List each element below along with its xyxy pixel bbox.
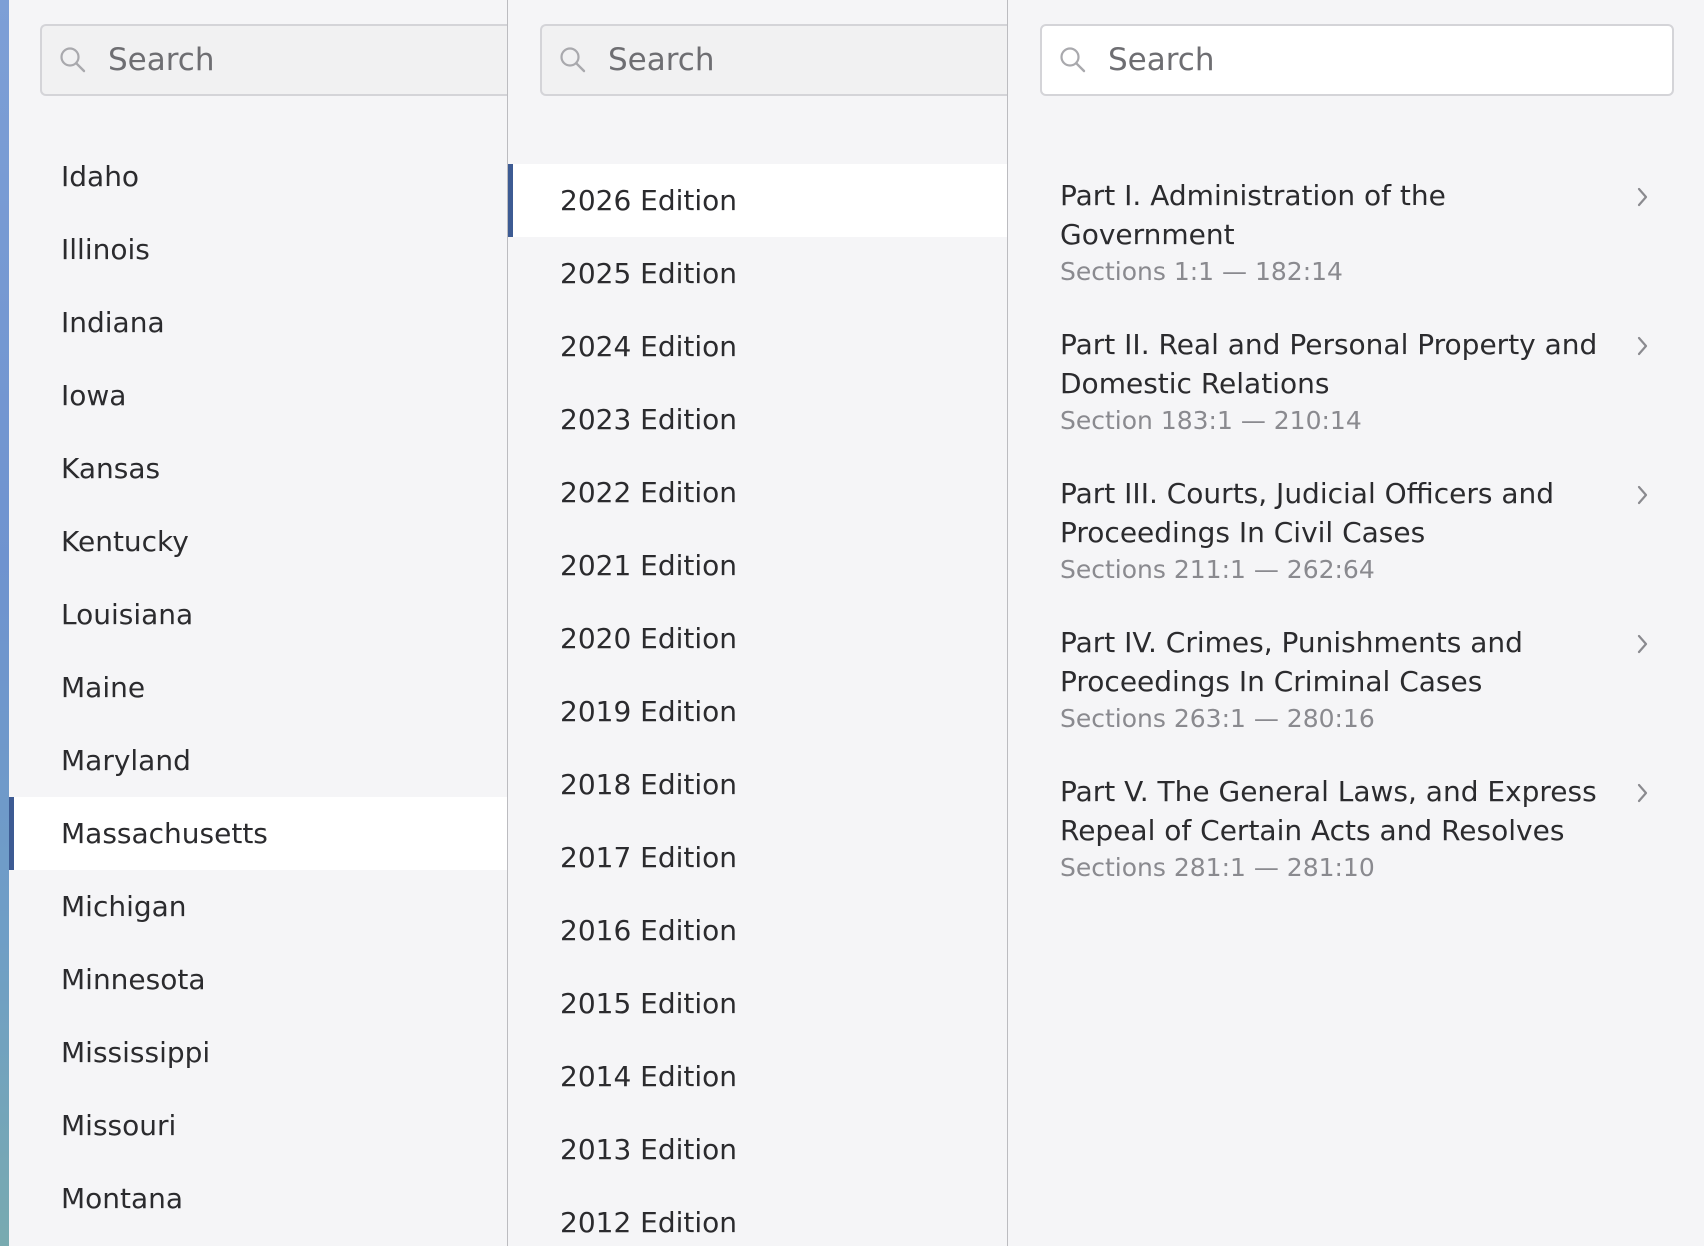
- edition-list-item-label: 2016 Edition: [560, 914, 738, 947]
- editions-column: 2026 Edition 2025 Edition 2024 Edition 2023…: [508, 0, 1008, 1246]
- edition-list-item-label: 2024 Edition: [560, 330, 738, 363]
- edition-list-item[interactable]: 2016 Edition: [508, 894, 1007, 967]
- part-list-item[interactable]: Part V. The General Laws, and Express Re…: [1060, 772, 1670, 886]
- part-title: Part I. Administration of the Government: [1060, 179, 1446, 251]
- parts-search-box[interactable]: [1040, 24, 1674, 96]
- chevron-right-icon: [1637, 634, 1648, 654]
- state-list-item-label: Missouri: [61, 1109, 177, 1142]
- chevron-right-icon: [1637, 336, 1648, 356]
- state-list-item[interactable]: Missouri: [9, 1089, 507, 1162]
- part-title: Part IV. Crimes, Punishments and Proceed…: [1060, 626, 1523, 698]
- states-search-box[interactable]: [40, 24, 507, 96]
- state-list-item[interactable]: Kentucky: [9, 505, 507, 578]
- states-column: Idaho Illinois Indiana Iowa Kansas Kentucky Lo…: [9, 0, 508, 1246]
- part-section-range: Sections 1:1 — 182:14: [1060, 257, 1343, 286]
- search-icon: [560, 47, 586, 73]
- part-title: Part III. Courts, Judicial Officers and …: [1060, 477, 1555, 549]
- chevron-right-icon: [1637, 783, 1648, 803]
- state-list-item-label: Louisiana: [61, 598, 194, 631]
- edition-list-item-label: 2015 Edition: [560, 987, 738, 1020]
- state-list-item[interactable]: Illinois: [9, 213, 507, 286]
- state-list-item[interactable]: Maine: [9, 651, 507, 724]
- edition-list-item-label: 2013 Edition: [560, 1133, 738, 1166]
- edition-list-item[interactable]: 2017 Edition: [508, 821, 1007, 894]
- edition-list-item-label: 2020 Edition: [560, 622, 738, 655]
- search-icon: [60, 47, 86, 73]
- edition-list-item[interactable]: 2015 Edition: [508, 967, 1007, 1040]
- part-list-item[interactable]: Part III. Courts, Judicial Officers and …: [1060, 474, 1670, 588]
- chevron-right-icon: [1637, 187, 1648, 207]
- part-section-range: Sections 281:1 — 281:10: [1060, 853, 1375, 882]
- states-list: Idaho Illinois Indiana Iowa Kansas Kentucky Lo…: [9, 140, 507, 1235]
- state-list-item-label: Iowa: [61, 379, 127, 412]
- part-title: Part V. The General Laws, and Express Re…: [1060, 775, 1597, 847]
- parts-column: Part I. Administration of the Government…: [1008, 0, 1704, 1246]
- parts-search-input[interactable]: [1108, 42, 1672, 78]
- state-list-item[interactable]: Louisiana: [9, 578, 507, 651]
- state-list-item-label: Indiana: [61, 306, 165, 339]
- state-list-item[interactable]: Minnesota: [9, 943, 507, 1016]
- edition-list-item[interactable]: 2020 Edition: [508, 602, 1007, 675]
- state-list-item-label: Massachusetts: [61, 817, 268, 850]
- state-list-item-label: Kansas: [61, 452, 161, 485]
- edition-list-item-label: 2012 Edition: [560, 1206, 738, 1239]
- state-list-item-label: Michigan: [61, 890, 187, 923]
- edition-list-item-label: 2023 Edition: [560, 403, 738, 436]
- edition-list-item-label: 2017 Edition: [560, 841, 738, 874]
- edition-list-item[interactable]: 2025 Edition: [508, 237, 1007, 310]
- edition-list-item-label: 2018 Edition: [560, 768, 738, 801]
- app-window: Idaho Illinois Indiana Iowa Kansas Kentucky Lo…: [0, 0, 1704, 1246]
- part-list-item[interactable]: Part IV. Crimes, Punishments and Proceed…: [1060, 623, 1670, 737]
- edition-list-item[interactable]: 2026 Edition: [508, 164, 1007, 237]
- edition-list-item-label: 2021 Edition: [560, 549, 738, 582]
- part-section-range: Sections 263:1 — 280:16: [1060, 704, 1375, 733]
- edition-list-item[interactable]: 2014 Edition: [508, 1040, 1007, 1113]
- editions-search-box[interactable]: [540, 24, 1007, 96]
- state-list-item[interactable]: Maryland: [9, 724, 507, 797]
- state-list-item[interactable]: Indiana: [9, 286, 507, 359]
- part-list-item[interactable]: Part II. Real and Personal Property and …: [1060, 325, 1670, 439]
- state-list-item-label: Montana: [61, 1182, 184, 1215]
- edition-list-item-label: 2025 Edition: [560, 257, 738, 290]
- state-list-item-label: Illinois: [61, 233, 150, 266]
- state-list-item[interactable]: Michigan: [9, 870, 507, 943]
- window-edge-gradient: [0, 0, 9, 1246]
- edition-list-item[interactable]: 2023 Edition: [508, 383, 1007, 456]
- edition-list-item-label: 2014 Edition: [560, 1060, 738, 1093]
- edition-list-item[interactable]: 2022 Edition: [508, 456, 1007, 529]
- state-list-item[interactable]: Mississippi: [9, 1016, 507, 1089]
- edition-list-item[interactable]: 2019 Edition: [508, 675, 1007, 748]
- state-list-item[interactable]: Kansas: [9, 432, 507, 505]
- edition-list-item[interactable]: 2012 Edition: [508, 1186, 1007, 1246]
- chevron-right-icon: [1637, 485, 1648, 505]
- editions-list: 2026 Edition 2025 Edition 2024 Edition 2023…: [508, 164, 1007, 1246]
- state-list-item-label: Maine: [61, 671, 146, 704]
- state-list-item[interactable]: Montana: [9, 1162, 507, 1235]
- state-list-item[interactable]: Idaho: [9, 140, 507, 213]
- part-title: Part II. Real and Personal Property and …: [1060, 328, 1598, 400]
- edition-list-item[interactable]: 2018 Edition: [508, 748, 1007, 821]
- states-search-input[interactable]: [108, 42, 507, 78]
- parts-list: Part I. Administration of the Government…: [1060, 176, 1670, 921]
- state-list-item-label: Kentucky: [61, 525, 189, 558]
- state-list-item-label: Mississippi: [61, 1036, 211, 1069]
- state-list-item-label: Idaho: [61, 160, 140, 193]
- part-section-range: Sections 211:1 — 262:64: [1060, 555, 1375, 584]
- edition-list-item[interactable]: 2024 Edition: [508, 310, 1007, 383]
- edition-list-item-label: 2019 Edition: [560, 695, 738, 728]
- state-list-item[interactable]: Massachusetts: [9, 797, 507, 870]
- state-list-item-label: Maryland: [61, 744, 191, 777]
- edition-list-item-label: 2022 Edition: [560, 476, 738, 509]
- part-list-item[interactable]: Part I. Administration of the Government…: [1060, 176, 1670, 290]
- state-list-item-label: Minnesota: [61, 963, 206, 996]
- edition-list-item[interactable]: 2021 Edition: [508, 529, 1007, 602]
- search-icon: [1060, 47, 1086, 73]
- editions-search-input[interactable]: [608, 42, 1007, 78]
- edition-list-item-label: 2026 Edition: [560, 184, 738, 217]
- edition-list-item[interactable]: 2013 Edition: [508, 1113, 1007, 1186]
- part-section-range: Section 183:1 — 210:14: [1060, 406, 1362, 435]
- state-list-item[interactable]: Iowa: [9, 359, 507, 432]
